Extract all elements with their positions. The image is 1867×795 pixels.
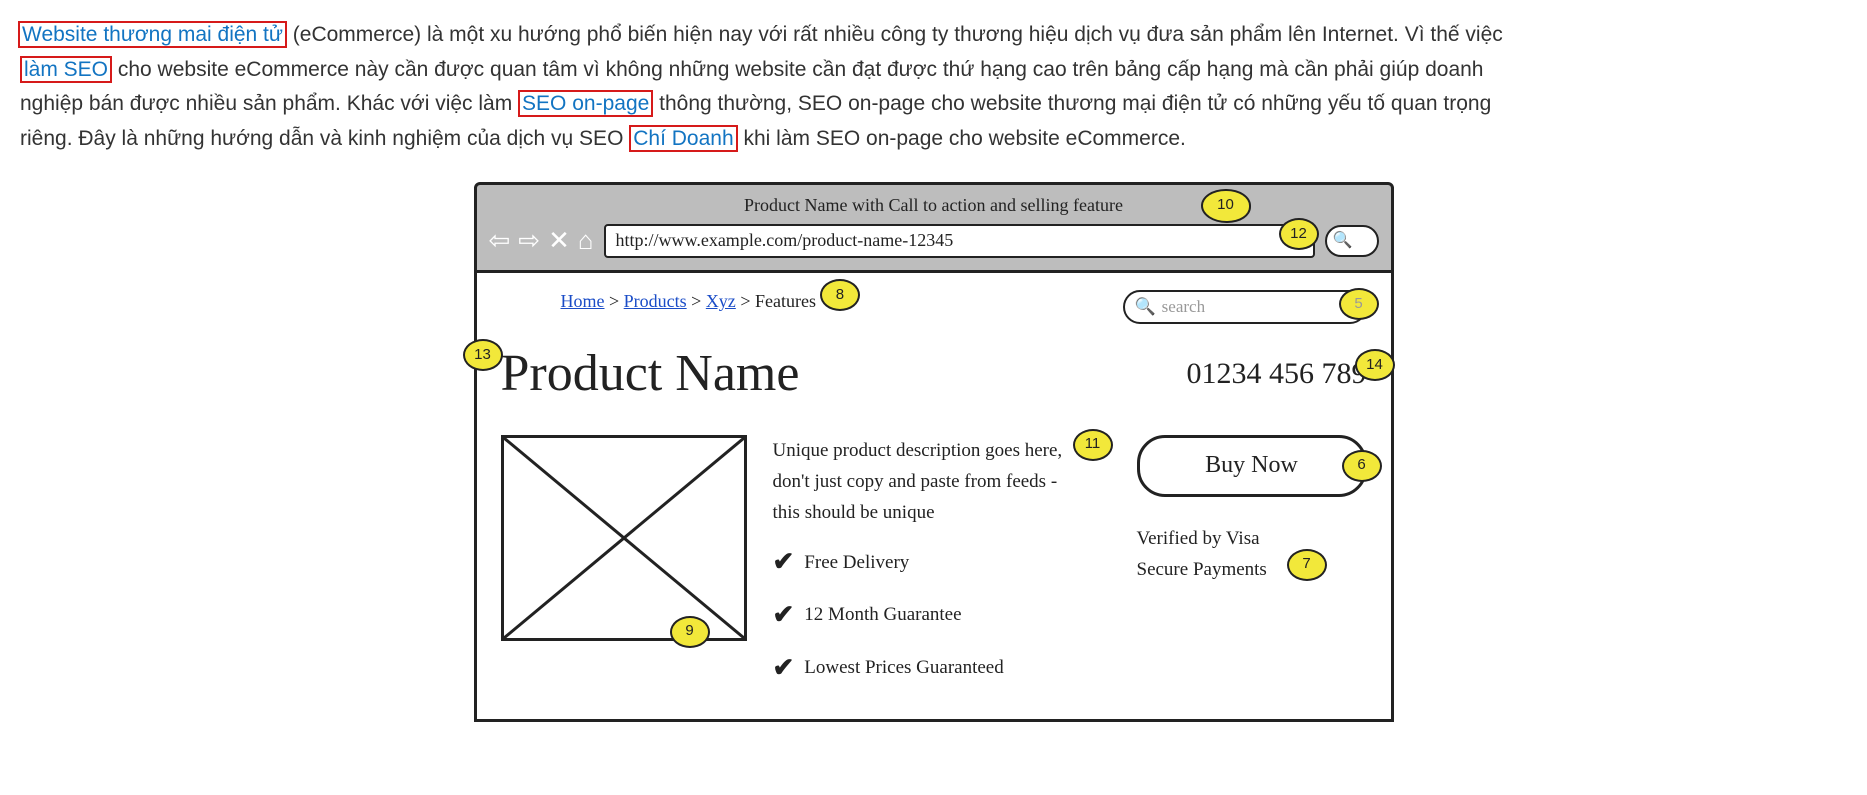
article-text-1: (eCommerce) là một xu hướng phổ biến hiệ… [287,23,1503,46]
feature-text: Free Delivery [804,547,909,578]
feature-text: Lowest Prices Guaranteed [804,652,1003,683]
url-text: http://www.example.com/product-name-1234… [616,226,954,256]
feature-text: 12 Month Guarantee [804,599,961,630]
search-icon: 🔍 [1135,293,1156,321]
link-chi-doanh[interactable]: Chí Doanh [629,125,737,152]
check-icon: ✔ [773,594,795,637]
callout-9: 9 [670,616,710,648]
link-seo-on-page[interactable]: SEO on-page [518,90,653,117]
callout-10: 10 [1201,189,1251,223]
product-image-placeholder: 9 [501,435,747,641]
feature-item: ✔ Lowest Prices Guaranteed [773,647,1111,690]
link-ecommerce-website[interactable]: Website thương mai điện tử [18,21,287,48]
callout-5: 5 [1339,288,1379,320]
page-body: Home > Products > Xyz > Features 8 🔍 sea… [474,273,1394,722]
feature-item: ✔ Free Delivery [773,541,1111,584]
right-column: Buy Now 6 Verified by Visa Secure Paymen… [1137,435,1367,700]
buy-now-button[interactable]: Buy Now 6 [1137,435,1367,497]
callout-12: 12 [1279,218,1319,250]
verify-line-1: Verified by Visa [1137,523,1367,554]
breadcrumb-sep: > [691,291,701,311]
forward-icon[interactable]: ⇨ [518,228,540,254]
callout-7: 7 [1287,549,1327,581]
browser-nav-icons: ⇦ ⇨ ✕ ⌂ [489,228,594,254]
breadcrumb-sep: > [740,291,750,311]
home-icon[interactable]: ⌂ [578,228,594,254]
search-input[interactable]: 🔍 search 5 [1123,290,1367,324]
verify-line-2: Secure Payments [1137,554,1367,585]
stop-icon[interactable]: ✕ [548,228,570,254]
description-column: Unique product description goes here, do… [773,435,1111,700]
breadcrumb-features: Features [755,291,816,311]
product-description: Unique product description goes here, do… [773,435,1083,529]
product-title-text: Product Name [501,345,800,402]
product-title: 13 Product Name [501,331,800,417]
check-icon: ✔ [773,647,795,690]
breadcrumb-xyz[interactable]: Xyz [706,291,736,311]
breadcrumb-sep: > [609,291,619,311]
callout-8: 8 [820,279,860,311]
callout-14: 14 [1355,349,1395,381]
feature-item: ✔ 12 Month Guarantee [773,594,1111,637]
callout-6: 6 [1342,450,1382,482]
payment-trust: Verified by Visa Secure Payments 7 [1137,523,1367,586]
link-lam-seo[interactable]: làm SEO [20,56,112,83]
callout-13: 13 [463,339,503,371]
breadcrumb-products[interactable]: Products [624,291,687,311]
check-icon: ✔ [773,541,795,584]
browser-search-icon[interactable]: 🔍 [1325,225,1379,257]
article-paragraph: Website thương mai điện tử (eCommerce) l… [20,18,1540,157]
search-placeholder: search [1162,293,1205,321]
browser-chrome: Product Name with Call to action and sel… [474,182,1394,274]
wireframe-mockup: Product Name with Call to action and sel… [474,182,1394,723]
breadcrumb-home[interactable]: Home [561,291,605,311]
article-text-4: khi làm SEO on-page cho website eCommerc… [738,127,1186,150]
url-bar[interactable]: http://www.example.com/product-name-1234… [604,224,1315,258]
back-icon[interactable]: ⇦ [489,228,511,254]
phone-number: 01234 456 789 14 [1187,349,1367,399]
callout-11: 11 [1073,429,1113,461]
breadcrumb: Home > Products > Xyz > Features 8 [561,287,816,317]
buy-now-label: Buy Now [1205,446,1298,486]
phone-text: 01234 456 789 [1187,357,1367,390]
